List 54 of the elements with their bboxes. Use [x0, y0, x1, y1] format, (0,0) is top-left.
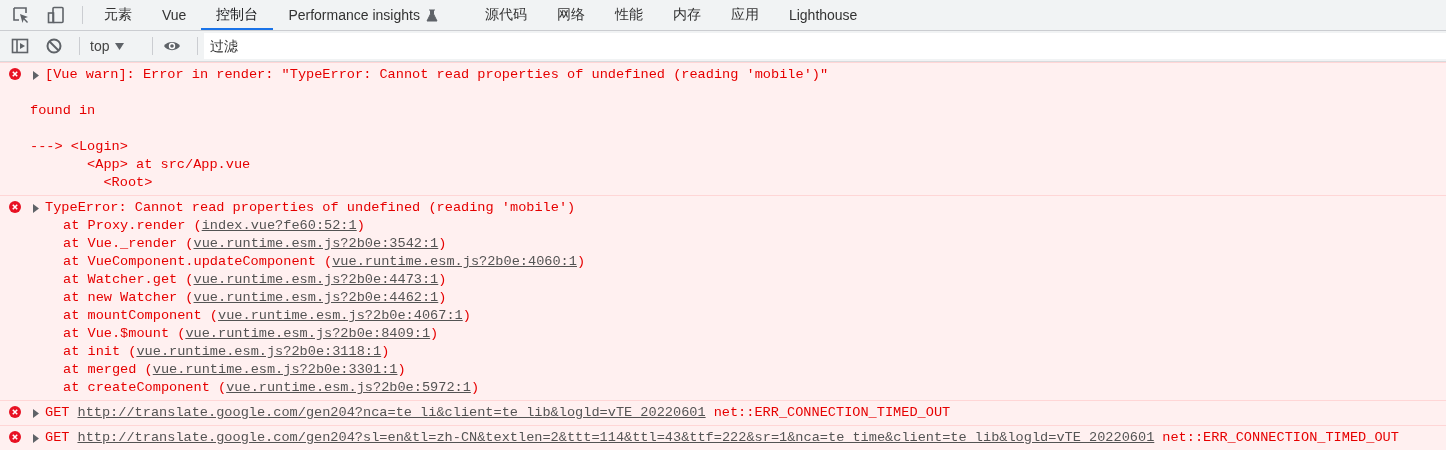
- sidebar-toggle-icon[interactable]: [11, 37, 29, 55]
- tab[interactable]: Lighthouse: [773, 0, 873, 30]
- error-icon: [9, 68, 21, 80]
- error-icon: [9, 406, 21, 418]
- expand-triangle-icon[interactable]: [32, 433, 40, 443]
- source-link[interactable]: vue.runtime.esm.js?2b0e:4067:1: [218, 308, 463, 323]
- source-link[interactable]: vue.runtime.esm.js?2b0e:4473:1: [193, 272, 439, 287]
- stack-frame: at init (vue.runtime.esm.js?2b0e:3118:1): [30, 343, 1446, 361]
- error-message: TypeError: Cannot read properties of undefined (reading 'mobile'): [45, 199, 576, 217]
- clear-icon[interactable]: [45, 37, 63, 55]
- error-message: net::ERR_CONNECTION_TIMED_OUT: [1162, 429, 1399, 447]
- tab[interactable]: 内存: [657, 0, 716, 30]
- message-text: ---> <Login> <App> at src/App.vue <Root>: [30, 138, 252, 192]
- source-link[interactable]: vue.runtime.esm.js?2b0e:3542:1: [193, 236, 439, 251]
- stack-frame: at Vue.$mount (vue.runtime.esm.js?2b0e:8409:1): [30, 325, 1446, 343]
- tab[interactable]: 应用: [715, 0, 774, 30]
- stack-frame: at Watcher.get (vue.runtime.esm.js?2b0e:4473:1): [30, 271, 1446, 289]
- error-message: net::ERR_CONNECTION_TIMED_OUT: [713, 404, 951, 422]
- stack-frame: at new Watcher (vue.runtime.esm.js?2b0e:4462:1): [30, 289, 1446, 307]
- tab[interactable]: 网络: [541, 0, 600, 30]
- request-url[interactable]: http://translate.google.com/gen204?nca=te_li&client=te_lib&logld=vTE_20220601: [77, 404, 706, 422]
- tab[interactable]: 源代码: [469, 0, 542, 30]
- tab[interactable]: 性能: [599, 0, 658, 30]
- stack-frame: at Vue._render (vue.runtime.esm.js?2b0e:3542:1): [30, 235, 1446, 253]
- caret-icon: [115, 42, 125, 50]
- tab[interactable]: Vue: [147, 0, 202, 30]
- stack-frame: at Proxy.render (index.vue?fe60:52:1): [30, 217, 1446, 235]
- source-link[interactable]: vue.runtime.esm.js?2b0e:4060:1: [332, 254, 577, 269]
- error-message: [Vue warn]: Error in render: "TypeError: Cannot read properties of undefined (reading 'mobile')": [45, 66, 829, 84]
- stack-frame: at mountComponent (vue.runtime.esm.js?2b0e:4067:1): [30, 307, 1446, 325]
- request-url[interactable]: http://translate.google.com/gen204?sl=en&tl=zh-CN&textlen=2&ttt=114&ttl=43&ttf=222&sr=1&nca=te_time&client=te_lib&logld=vTE_20220601: [77, 429, 1155, 447]
- source-link[interactable]: vue.runtime.esm.js?2b0e:5972:1: [226, 380, 471, 395]
- request-method: GET: [45, 429, 70, 447]
- expand-triangle-icon[interactable]: [32, 70, 40, 80]
- source-link[interactable]: vue.runtime.esm.js?2b0e:3301:1: [152, 362, 398, 377]
- device-icon[interactable]: [47, 6, 65, 24]
- request-method: GET: [45, 404, 70, 422]
- expand-triangle-icon[interactable]: [32, 203, 40, 213]
- stack-frame: at createComponent (vue.runtime.esm.js?2b0e:5972:1): [30, 379, 1446, 397]
- stack-frame: at VueComponent.updateComponent (vue.runtime.esm.js?2b0e:4060:1): [30, 253, 1446, 271]
- tab[interactable]: Performance insights: [273, 0, 470, 30]
- message-text: found in: [30, 102, 97, 120]
- inspect-icon[interactable]: [12, 6, 30, 24]
- expand-triangle-icon[interactable]: [32, 408, 40, 418]
- error-icon: [9, 201, 21, 213]
- source-link[interactable]: vue.runtime.esm.js?2b0e:3118:1: [136, 344, 382, 359]
- source-link[interactable]: vue.runtime.esm.js?2b0e:4462:1: [193, 290, 439, 305]
- stack-frame: at merged (vue.runtime.esm.js?2b0e:3301:1): [30, 361, 1446, 379]
- source-link[interactable]: index.vue?fe60:52:1: [201, 218, 357, 233]
- filter-field[interactable]: 过滤: [204, 33, 1446, 59]
- context-selector[interactable]: top: [90, 38, 141, 54]
- tab[interactable]: 元素: [89, 0, 147, 30]
- error-icon: [9, 431, 21, 443]
- source-link[interactable]: vue.runtime.esm.js?2b0e:8409:1: [185, 326, 431, 341]
